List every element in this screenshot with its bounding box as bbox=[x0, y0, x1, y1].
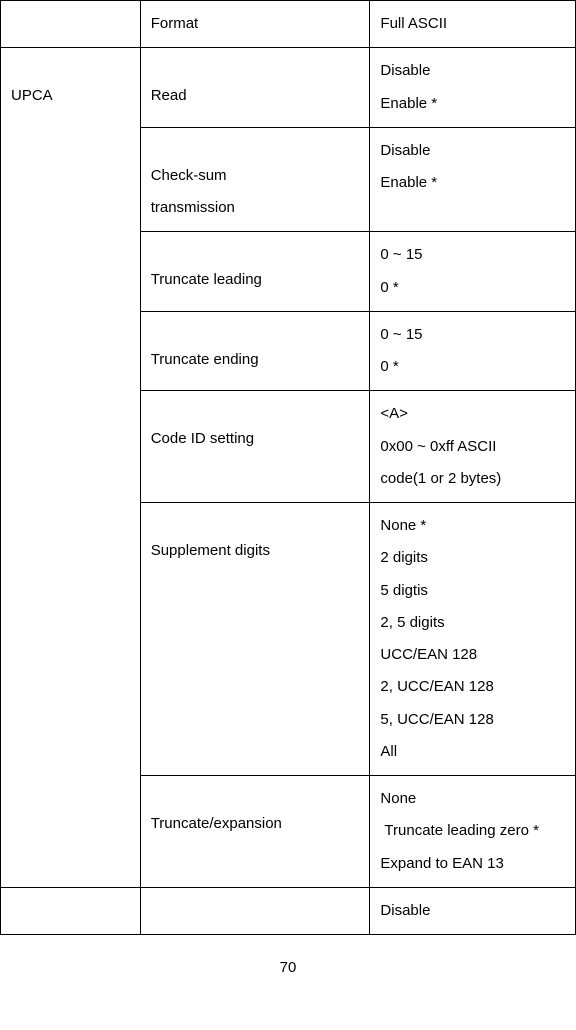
config-table: Format Full ASCII UPCA Read Disable bbox=[0, 0, 576, 935]
cell-value: None Truncate leading zero * Expand to E… bbox=[370, 776, 576, 888]
cell-param: Supplement digits bbox=[140, 503, 370, 776]
cell-value: 0 ~ 15 0 * bbox=[370, 311, 576, 391]
cell-value: Disable Enable * bbox=[370, 48, 576, 128]
cell-value: None * 2 digits 5 digtis 2, 5 digits UCC… bbox=[370, 503, 576, 776]
cell-param: Truncate/expansion bbox=[140, 776, 370, 888]
cell-value: 0 ~ 15 0 * bbox=[370, 232, 576, 312]
cell-category bbox=[1, 1, 141, 48]
cell-param: Code ID setting bbox=[140, 391, 370, 503]
page-number: 70 bbox=[0, 959, 576, 976]
cell-value: Full ASCII bbox=[370, 1, 576, 48]
cell-param bbox=[140, 887, 370, 934]
cell-value: Disable Enable * bbox=[370, 127, 576, 232]
cell-category bbox=[1, 887, 141, 934]
table-row: UPCA Read Disable Enable * bbox=[1, 48, 576, 128]
table-row: Disable bbox=[1, 887, 576, 934]
cell-param: Read bbox=[140, 48, 370, 128]
cell-value: <A> 0x00 ~ 0xff ASCII code(1 or 2 bytes) bbox=[370, 391, 576, 503]
cell-value: Disable bbox=[370, 887, 576, 934]
cell-param: Format bbox=[140, 1, 370, 48]
cell-param: Check-sum transmission bbox=[140, 127, 370, 232]
cell-category: UPCA bbox=[1, 48, 141, 888]
cell-param: Truncate leading bbox=[140, 232, 370, 312]
cell-param: Truncate ending bbox=[140, 311, 370, 391]
table-row: Format Full ASCII bbox=[1, 1, 576, 48]
